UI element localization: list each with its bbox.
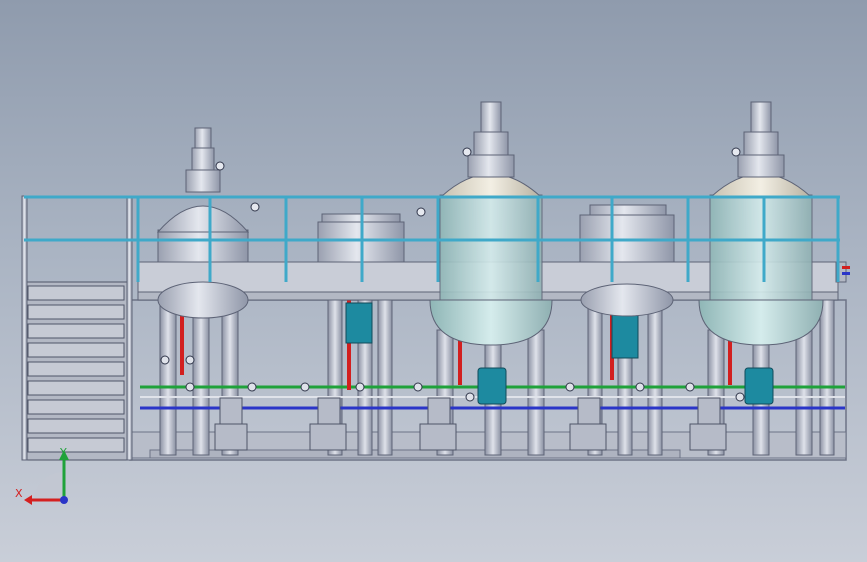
cad-viewport[interactable]: Y X: [0, 0, 867, 562]
y-axis-label: Y: [59, 446, 67, 459]
triad-plane: [34, 471, 64, 500]
x-axis-label: X: [15, 487, 23, 500]
coordinate-triad: Y X: [15, 446, 69, 505]
x-axis-arrowhead: [24, 495, 32, 505]
z-axis-dot: [60, 496, 68, 504]
